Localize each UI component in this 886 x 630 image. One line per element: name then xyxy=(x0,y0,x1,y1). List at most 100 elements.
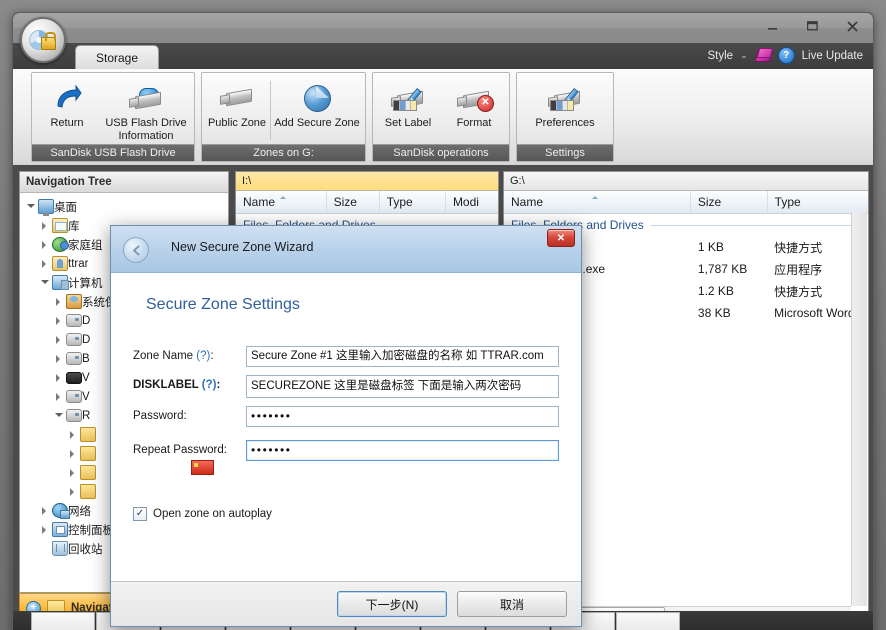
tree-twisty-icon[interactable] xyxy=(52,373,65,382)
field-help-hint[interactable]: (?) xyxy=(202,379,217,391)
tree-icon-wrap xyxy=(79,446,96,461)
form-row: Repeat Password: ••••••• xyxy=(133,440,559,475)
tree-twisty-icon[interactable] xyxy=(38,277,51,288)
navigation-tree-header: Navigation Tree xyxy=(20,172,228,193)
task-tile[interactable] xyxy=(616,612,680,630)
column-header-type[interactable]: Type xyxy=(768,191,868,213)
tree-twisty-icon[interactable] xyxy=(38,259,51,268)
chevron-right-icon xyxy=(55,316,64,325)
ribbon-label-set-label: Set Label xyxy=(384,117,432,129)
close-button[interactable] xyxy=(839,17,865,35)
column-header-size[interactable]: Size xyxy=(327,191,380,213)
computer-icon xyxy=(51,275,69,290)
control-panel-icon xyxy=(51,522,68,537)
tree-twisty-icon[interactable] xyxy=(66,487,79,496)
chevron-right-icon xyxy=(69,430,78,439)
tree-icon-wrap xyxy=(37,199,54,216)
column-header-name[interactable]: Name xyxy=(504,191,691,213)
cancel-button[interactable]: 取消 xyxy=(457,591,567,617)
tree-twisty-icon[interactable] xyxy=(52,354,65,363)
tab-storage[interactable]: Storage xyxy=(75,45,160,70)
style-books-icon[interactable] xyxy=(755,48,771,63)
tree-twisty-icon[interactable] xyxy=(38,221,51,230)
chevron-right-icon xyxy=(55,373,64,382)
titlebar-right-controls: Style ⌄ ? Live Update xyxy=(708,47,863,64)
field-input-password[interactable]: ••••••• xyxy=(246,440,559,461)
ribbon-button-add-secure-zone[interactable]: Add Secure Zone xyxy=(271,77,363,132)
tree-twisty-icon[interactable] xyxy=(38,506,51,515)
ribbon-label-return: Return xyxy=(50,117,84,129)
live-update-label[interactable]: Live Update xyxy=(802,50,863,62)
tree-twisty-icon[interactable] xyxy=(24,201,37,212)
tree-twisty-icon[interactable] xyxy=(66,449,79,458)
field-label-colon: : xyxy=(183,410,187,422)
chevron-down-icon xyxy=(40,280,49,288)
ribbon-label-add-secure-zone: Add Secure Zone xyxy=(274,117,360,129)
file-panel-right-path[interactable]: G:\ xyxy=(504,172,868,191)
form-row: DISKLABEL (?): SECUREZONE 这里是磁盘标签 下面是输入两次… xyxy=(133,375,559,398)
field-label: Password: xyxy=(133,406,246,423)
preferences-icon xyxy=(548,79,582,115)
vertical-scrollbar[interactable] xyxy=(851,212,867,606)
tree-icon-wrap xyxy=(65,314,82,327)
file-panel-left-path[interactable]: I:\ xyxy=(236,172,498,191)
tree-twisty-icon[interactable] xyxy=(38,240,51,249)
ribbon-button-return[interactable]: Return xyxy=(34,77,100,132)
ribbon-button-usb-info[interactable]: USB Flash Drive Information xyxy=(100,77,192,144)
lock-icon xyxy=(41,32,56,50)
drive-icon xyxy=(65,333,82,346)
autoplay-checkbox[interactable]: ✓ xyxy=(133,507,147,521)
drive-icon xyxy=(65,352,82,365)
tree-twisty-icon[interactable] xyxy=(66,468,79,477)
tree-icon-wrap xyxy=(65,371,82,384)
tree-icon-wrap xyxy=(51,541,68,556)
tree-item-label: 计算机 xyxy=(68,277,103,290)
chevron-down-icon xyxy=(54,413,63,421)
dialog-close-button[interactable]: ✕ xyxy=(547,229,575,247)
column-header-size[interactable]: Size xyxy=(691,191,768,213)
column-header-name[interactable]: Name xyxy=(236,191,327,213)
return-arrow-icon xyxy=(52,79,82,115)
maximize-button[interactable] xyxy=(799,17,825,35)
ribbon-button-set-label[interactable]: Set Label xyxy=(375,77,441,132)
tree-item-label: 回收站 xyxy=(68,543,103,556)
tree-twisty-icon[interactable] xyxy=(38,525,51,534)
field-label-colon: : xyxy=(223,444,227,456)
column-header-modified[interactable]: Modi xyxy=(446,191,498,213)
tree-twisty-icon[interactable] xyxy=(66,430,79,439)
homegroup-icon xyxy=(51,237,69,252)
field-input-text[interactable]: SECUREZONE 这里是磁盘标签 下面是输入两次密码 xyxy=(246,375,559,398)
field-label-text: Password xyxy=(133,410,184,422)
ribbon-button-preferences[interactable]: Preferences xyxy=(519,77,611,132)
tree-twisty-icon[interactable] xyxy=(52,392,65,401)
tree-twisty-icon[interactable] xyxy=(52,297,65,306)
tree-item[interactable]: 桌面 xyxy=(20,197,228,216)
minimize-button[interactable] xyxy=(759,17,785,35)
field-help-hint[interactable]: (?) xyxy=(196,350,210,362)
chevron-down-icon[interactable]: ⌄ xyxy=(740,50,748,61)
folder-icon xyxy=(79,484,96,499)
ribbon-group-zones: Public Zone Add Secure Zone Zones on G: xyxy=(201,72,366,162)
column-header-type[interactable]: Type xyxy=(380,191,446,213)
field-input-password[interactable]: ••••••• xyxy=(246,406,559,427)
task-tile[interactable] xyxy=(31,612,95,630)
tab-strip: Storage Style ⌄ ? Live Update xyxy=(13,43,873,70)
tree-icon-wrap xyxy=(51,256,68,271)
network-icon xyxy=(51,503,70,519)
app-logo-orb[interactable] xyxy=(20,17,66,63)
tree-twisty-icon[interactable] xyxy=(52,410,65,421)
ribbon-button-public-zone[interactable]: Public Zone xyxy=(204,77,270,132)
chevron-right-icon xyxy=(41,506,50,515)
help-icon[interactable]: ? xyxy=(777,47,795,64)
back-arrow-icon[interactable] xyxy=(123,237,149,263)
field-input-text[interactable]: Secure Zone #1 这里输入加密磁盘的名称 如 TTRAR.com xyxy=(246,346,559,367)
cursor-flag-marker xyxy=(191,460,214,475)
tree-twisty-icon[interactable] xyxy=(52,335,65,344)
chevron-right-icon xyxy=(69,487,78,496)
style-label[interactable]: Style xyxy=(708,50,734,62)
next-button[interactable]: 下一步(N) xyxy=(337,591,447,617)
autoplay-checkbox-row[interactable]: ✓ Open zone on autoplay xyxy=(133,507,559,521)
ribbon-button-format[interactable]: ✕ Format xyxy=(441,77,507,132)
usb-stick-icon xyxy=(220,79,254,115)
tree-twisty-icon[interactable] xyxy=(52,316,65,325)
